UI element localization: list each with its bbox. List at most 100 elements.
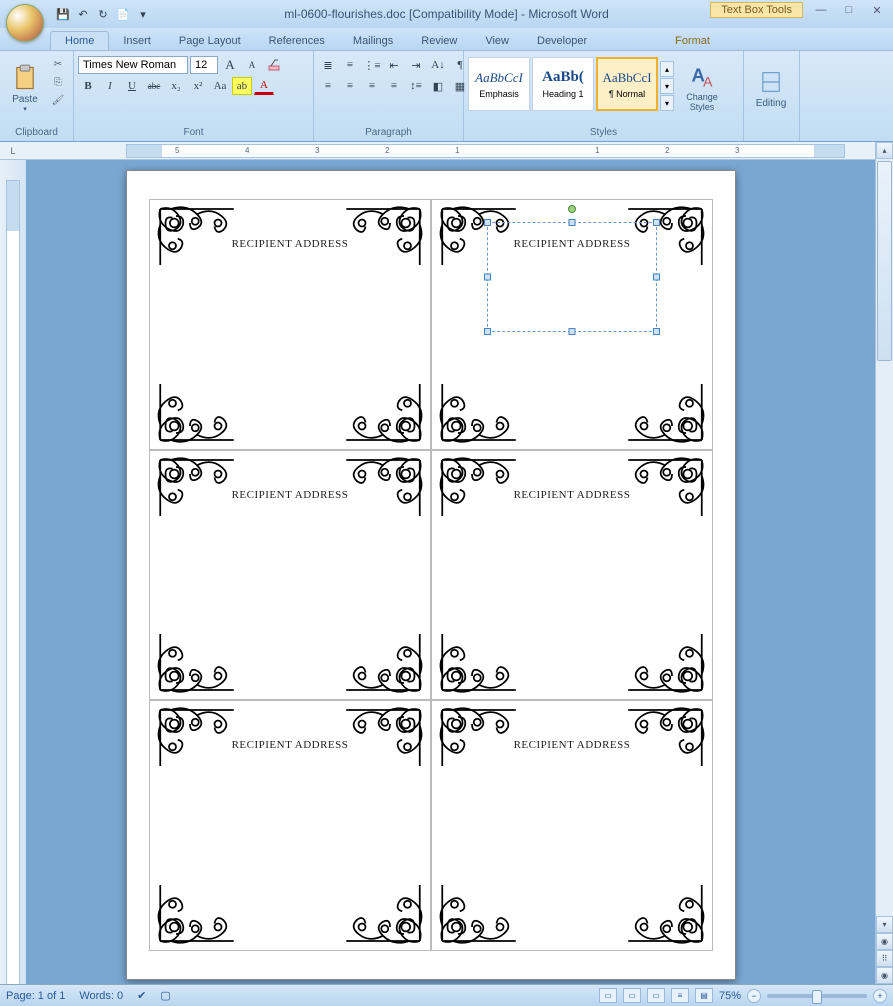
zoom-slider[interactable] xyxy=(767,994,867,998)
style-heading1[interactable]: AaBb( Heading 1 xyxy=(532,57,594,111)
decrease-indent-button[interactable]: ⇤ xyxy=(384,56,404,74)
close-button[interactable]: ✕ xyxy=(867,4,887,20)
label-cell[interactable]: RECIPIENT ADDRESS xyxy=(149,700,431,951)
tab-format[interactable]: Format xyxy=(661,32,724,50)
recipient-address-text[interactable]: RECIPIENT ADDRESS xyxy=(514,739,631,751)
selection-handle[interactable] xyxy=(653,274,660,281)
minimize-button[interactable]: — xyxy=(811,4,831,20)
font-color-button[interactable]: A xyxy=(254,77,274,95)
tab-mailings[interactable]: Mailings xyxy=(339,32,407,50)
label-cell[interactable]: RECIPIENT ADDRESS xyxy=(431,199,713,450)
style-normal[interactable]: AaBbCcI ¶ Normal xyxy=(596,57,658,111)
numbering-button[interactable]: ≡ xyxy=(340,56,360,74)
scroll-track[interactable] xyxy=(876,159,893,916)
web-layout-view-button[interactable]: ▭ xyxy=(647,988,665,1003)
styles-scroll-down[interactable]: ▾ xyxy=(660,78,674,94)
styles-more[interactable]: ▾ xyxy=(660,95,674,111)
tab-page-layout[interactable]: Page Layout xyxy=(165,32,255,50)
justify-button[interactable]: ≡ xyxy=(384,77,404,95)
proofing-icon[interactable]: ✔ xyxy=(137,989,146,1002)
scroll-up-button[interactable]: ▴ xyxy=(876,142,893,159)
copy-icon[interactable]: ⎘ xyxy=(49,74,67,90)
label-cell[interactable]: RECIPIENT ADDRESS xyxy=(149,199,431,450)
outline-view-button[interactable]: ≡ xyxy=(671,988,689,1003)
style-emphasis[interactable]: AaBbCcI Emphasis xyxy=(468,57,530,111)
office-button[interactable] xyxy=(6,4,44,42)
align-left-button[interactable]: ≡ xyxy=(318,77,338,95)
scroll-thumb[interactable] xyxy=(877,161,892,361)
strike-button[interactable]: abc xyxy=(144,77,164,95)
selection-handle[interactable] xyxy=(569,219,576,226)
print-layout-view-button[interactable]: ▭ xyxy=(599,988,617,1003)
horizontal-ruler[interactable]: 5 4 3 2 1 1 2 3 xyxy=(26,142,875,160)
status-page[interactable]: Page: 1 of 1 xyxy=(6,990,65,1002)
tab-view[interactable]: View xyxy=(471,32,523,50)
highlight-button[interactable]: ab xyxy=(232,77,252,95)
tab-review[interactable]: Review xyxy=(407,32,471,50)
document-canvas[interactable]: RECIPIENT ADDRESS xyxy=(26,160,875,984)
align-center-button[interactable]: ≡ xyxy=(340,77,360,95)
bullets-button[interactable]: ≣ xyxy=(318,56,338,74)
styles-scroll-up[interactable]: ▴ xyxy=(660,61,674,77)
shrink-font-button[interactable]: A xyxy=(242,56,262,74)
vertical-scrollbar[interactable]: ▴ ▾ ◉ ⠿ ◉ xyxy=(875,142,893,984)
label-cell[interactable]: RECIPIENT ADDRESS xyxy=(149,450,431,701)
save-icon[interactable]: 💾 xyxy=(54,5,72,23)
zoom-in-button[interactable]: + xyxy=(873,989,887,1003)
tab-insert[interactable]: Insert xyxy=(109,32,165,50)
fullscreen-view-button[interactable]: ▭ xyxy=(623,988,641,1003)
selection-handle[interactable] xyxy=(484,274,491,281)
recipient-address-text[interactable]: RECIPIENT ADDRESS xyxy=(232,238,349,250)
styles-gallery[interactable]: AaBbCcI Emphasis AaBb( Heading 1 AaBbCcI… xyxy=(468,53,674,111)
label-cell[interactable]: RECIPIENT ADDRESS xyxy=(431,700,713,951)
subscript-button[interactable]: x₂ xyxy=(166,77,186,95)
recipient-address-text[interactable]: RECIPIENT ADDRESS xyxy=(232,489,349,501)
zoom-out-button[interactable]: − xyxy=(747,989,761,1003)
grow-font-button[interactable]: A xyxy=(220,56,240,74)
next-page-button[interactable]: ◉ xyxy=(876,967,893,984)
recipient-address-text[interactable]: RECIPIENT ADDRESS xyxy=(232,739,349,751)
undo-icon[interactable]: ↶ xyxy=(74,5,92,23)
rotation-handle[interactable] xyxy=(568,205,576,213)
selection-handle[interactable] xyxy=(484,328,491,335)
prev-page-button[interactable]: ◉ xyxy=(876,933,893,950)
status-words[interactable]: Words: 0 xyxy=(79,990,123,1002)
selection-handle[interactable] xyxy=(569,328,576,335)
tab-references[interactable]: References xyxy=(255,32,339,50)
qat-customize-icon[interactable]: ▾ xyxy=(134,5,152,23)
redo-icon[interactable]: ↻ xyxy=(94,5,112,23)
maximize-button[interactable]: □ xyxy=(839,4,859,20)
underline-button[interactable]: U xyxy=(122,77,142,95)
multilevel-button[interactable]: ⋮≡ xyxy=(362,56,382,74)
draft-view-button[interactable]: ▤ xyxy=(695,988,713,1003)
vertical-ruler[interactable] xyxy=(0,160,26,1002)
zoom-level[interactable]: 75% xyxy=(719,990,741,1002)
superscript-button[interactable]: x² xyxy=(188,77,208,95)
recipient-address-text[interactable]: RECIPIENT ADDRESS xyxy=(514,238,631,250)
quickprint-icon[interactable]: 📄 xyxy=(114,5,132,23)
align-right-button[interactable]: ≡ xyxy=(362,77,382,95)
font-size-combo[interactable]: 12 xyxy=(190,56,218,74)
label-cell[interactable]: RECIPIENT ADDRESS xyxy=(431,450,713,701)
macro-recording-icon[interactable]: ▢ xyxy=(160,989,170,1002)
tab-home[interactable]: Home xyxy=(50,31,109,50)
ruler-corner[interactable]: L xyxy=(0,142,26,160)
selection-handle[interactable] xyxy=(653,328,660,335)
bold-button[interactable]: B xyxy=(78,77,98,95)
recipient-address-text[interactable]: RECIPIENT ADDRESS xyxy=(514,489,631,501)
format-painter-icon[interactable]: 🖌 xyxy=(49,92,67,108)
scroll-down-button[interactable]: ▾ xyxy=(876,916,893,933)
change-case-button[interactable]: Aa xyxy=(210,77,230,95)
change-styles-button[interactable]: AA Change Styles xyxy=(677,53,727,123)
sort-button[interactable]: A↓ xyxy=(428,56,448,74)
clear-formatting-button[interactable] xyxy=(264,56,284,74)
tab-developer[interactable]: Developer xyxy=(523,32,601,50)
editing-button[interactable]: Editing xyxy=(748,53,794,123)
increase-indent-button[interactable]: ⇥ xyxy=(406,56,426,74)
paste-button[interactable]: Paste ▾ xyxy=(4,53,46,123)
italic-button[interactable]: I xyxy=(100,77,120,95)
line-spacing-button[interactable]: ↕≡ xyxy=(406,77,426,95)
font-family-combo[interactable]: Times New Roman xyxy=(78,56,188,74)
shading-button[interactable]: ◧ xyxy=(428,77,448,95)
cut-icon[interactable]: ✂ xyxy=(49,56,67,72)
